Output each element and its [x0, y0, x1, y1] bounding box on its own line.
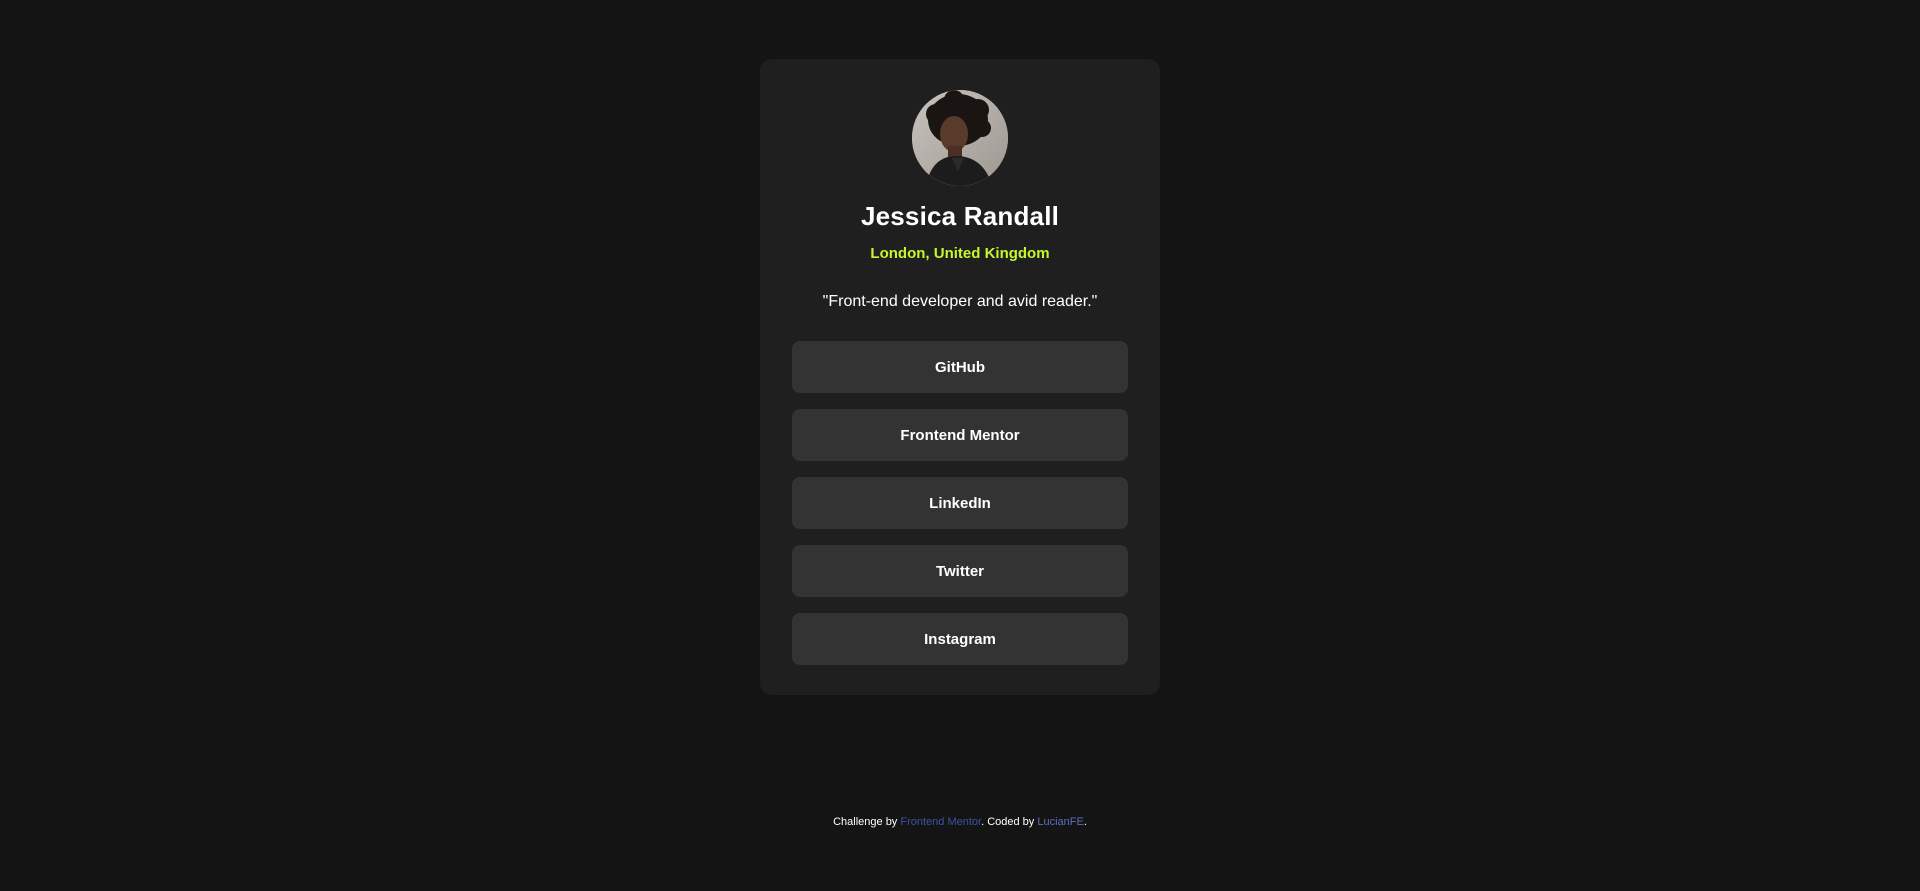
profile-card: Jessica Randall London, United Kingdom "…: [760, 59, 1160, 695]
instagram-link-button[interactable]: Instagram: [792, 613, 1128, 665]
frontend-mentor-footer-link[interactable]: Frontend Mentor: [900, 816, 981, 828]
footer-middle: . Coded by: [981, 816, 1038, 828]
frontend-mentor-link-button[interactable]: Frontend Mentor: [792, 409, 1128, 461]
footer-prefix: Challenge by: [833, 816, 901, 828]
avatar-photo-icon: [912, 90, 1008, 186]
page: Jessica Randall London, United Kingdom "…: [0, 0, 1920, 891]
profile-name: Jessica Randall: [860, 201, 1060, 231]
linkedin-link-button[interactable]: LinkedIn: [792, 477, 1128, 529]
profile-location: London, United Kingdom: [870, 245, 1050, 262]
profile-bio: "Front-end developer and avid reader.": [822, 293, 1098, 310]
footer-suffix: .: [1083, 816, 1087, 828]
attribution-footer: Challenge by Frontend Mentor. Coded by L…: [0, 814, 1920, 830]
twitter-link-button[interactable]: Twitter: [792, 545, 1128, 597]
avatar: [912, 90, 1008, 186]
author-footer-link[interactable]: LucianFE: [1037, 816, 1083, 828]
github-link-button[interactable]: GitHub: [792, 341, 1128, 393]
social-links: GitHub Frontend Mentor LinkedIn Twitter …: [792, 341, 1128, 665]
